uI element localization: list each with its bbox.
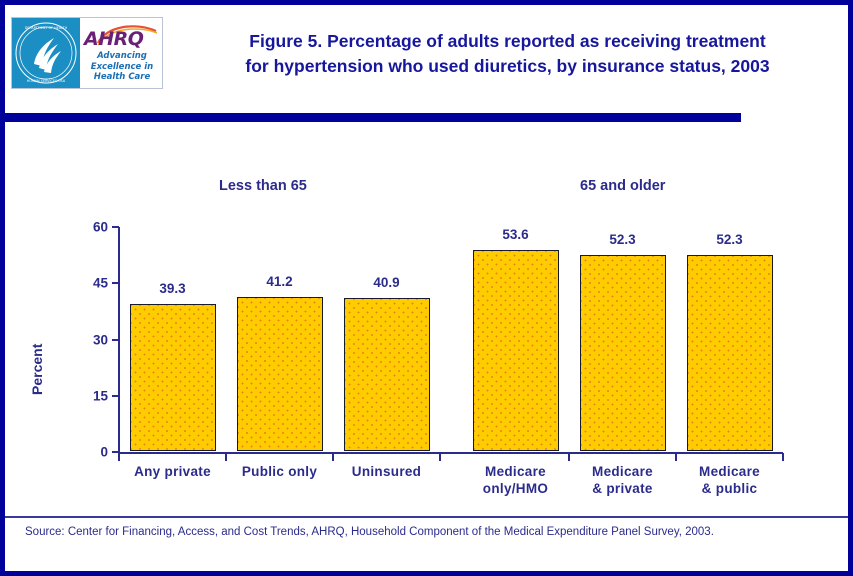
y-tick-label: 45: [92, 275, 108, 291]
x-tick: [332, 453, 334, 461]
chart: Less than 65 65 and older Percent 0 15 30 4…: [5, 122, 848, 514]
y-tick: [112, 338, 119, 341]
header-divider: [5, 113, 741, 122]
bar-value-label: 52.3: [716, 231, 743, 247]
x-axis-label-line: & public: [701, 481, 758, 496]
bar-value-label: 39.3: [159, 280, 186, 296]
x-axis-label: Any private: [113, 463, 233, 480]
hhs-seal-icon: DEPARTMENT OF HEALTH HUMAN SERVICES USA: [12, 18, 80, 88]
figure-title-line-1: Figure 5. Percentage of adults reported …: [249, 31, 766, 51]
bar: [236, 296, 323, 451]
x-axis-label-line: only/HMO: [482, 481, 549, 496]
x-axis-label: Medicare only/HMO: [456, 463, 576, 497]
x-axis-line: [118, 452, 783, 454]
bar: [686, 254, 773, 451]
figure-page: DEPARTMENT OF HEALTH HUMAN SERVICES USA …: [0, 0, 853, 576]
bar-value-label: 52.3: [609, 231, 636, 247]
x-tick: [782, 453, 784, 461]
x-axis-label-line: & private: [592, 481, 653, 496]
y-tick: [112, 226, 119, 228]
x-axis-label: Medicare & public: [670, 463, 790, 497]
x-axis-label: Medicare & private: [563, 463, 683, 497]
x-tick: [225, 453, 227, 461]
x-axis-label-line: Medicare: [699, 464, 760, 479]
bar-value-label: 40.9: [373, 274, 400, 290]
figure-title-line-2: for hypertension who used diuretics, by …: [245, 56, 770, 76]
figure-title: Figure 5. Percentage of adults reported …: [175, 29, 840, 79]
svg-text:HUMAN SERVICES USA: HUMAN SERVICES USA: [27, 79, 66, 83]
y-axis-title: Percent: [29, 343, 45, 395]
x-axis-label-line: Public only: [241, 464, 318, 479]
ahrq-wordmark: AHRQ: [84, 28, 144, 50]
bar: [343, 297, 430, 451]
y-tick-label: 30: [92, 332, 108, 347]
x-tick: [675, 453, 677, 461]
svg-text:DEPARTMENT OF HEALTH: DEPARTMENT OF HEALTH: [25, 26, 68, 30]
x-axis-label: Uninsured: [327, 463, 447, 480]
y-tick-label: 0: [100, 444, 108, 460]
x-tick: [439, 453, 441, 461]
x-axis-label-line: Uninsured: [351, 464, 422, 479]
x-axis-label: Public only: [220, 463, 340, 480]
y-tick: [112, 394, 119, 397]
ahrq-tagline: Advancing Excellence in Health Care: [90, 51, 154, 82]
x-tick: [568, 453, 570, 461]
x-axis-label-line: Medicare: [485, 464, 546, 479]
x-axis-label-line: Medicare: [592, 464, 653, 479]
y-tick-label: 60: [92, 219, 108, 235]
y-tick: [112, 282, 119, 285]
bar: [579, 254, 666, 451]
bar: [129, 303, 216, 451]
hhs-seal-graphic: DEPARTMENT OF HEALTH HUMAN SERVICES USA: [15, 22, 77, 84]
group-header-65-and-older: 65 and older: [580, 178, 666, 194]
group-header-less-than-65: Less than 65: [219, 178, 307, 194]
source-note: Source: Center for Financing, Access, an…: [25, 526, 714, 538]
agency-logo: DEPARTMENT OF HEALTH HUMAN SERVICES USA …: [11, 17, 163, 89]
x-tick: [118, 453, 120, 461]
x-axis-label-line: Any private: [134, 464, 211, 479]
ahrq-logo: AHRQ Advancing Excellence in Health Care: [80, 18, 162, 88]
bar-value-label: 41.2: [266, 273, 293, 289]
bar-value-label: 53.6: [502, 227, 529, 242]
header: DEPARTMENT OF HEALTH HUMAN SERVICES USA …: [5, 5, 848, 122]
y-tick-label: 15: [92, 388, 108, 404]
footer-divider: [5, 516, 848, 518]
plot-area: 0 15 30 45 60 39.3 41.2 40.9 53.6 52.3 52.3: [93, 220, 784, 461]
bar: [472, 250, 559, 451]
